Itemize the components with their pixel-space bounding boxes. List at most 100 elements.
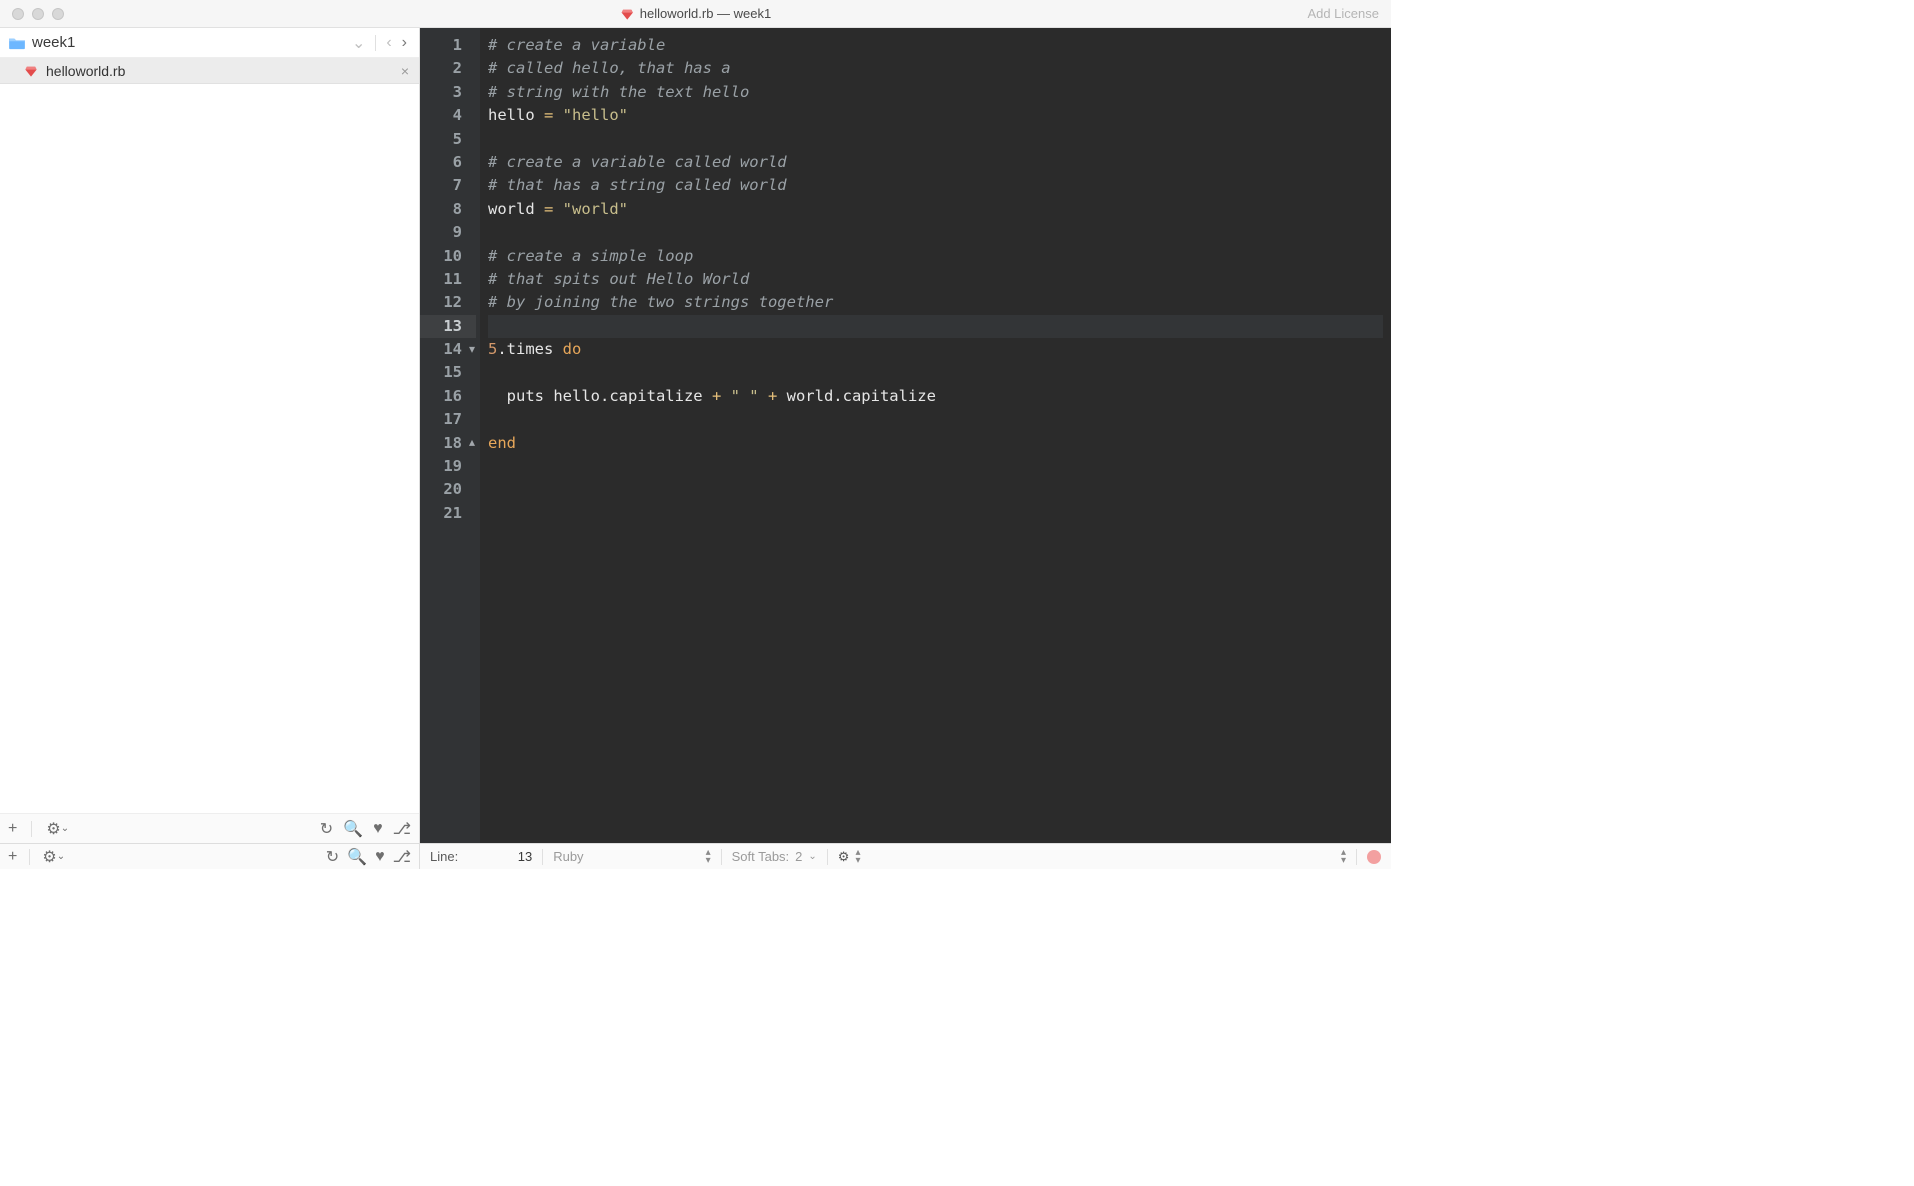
ruby-file-icon — [620, 7, 634, 21]
refresh-button[interactable]: ↻ — [320, 819, 333, 839]
gutter-line-number[interactable]: 6 — [420, 151, 476, 174]
gutter-line-number[interactable]: 15 — [420, 361, 476, 384]
new-file-button[interactable]: + — [8, 820, 17, 838]
code-line[interactable] — [488, 361, 1383, 384]
code-line[interactable]: # by joining the two strings together — [488, 291, 1383, 314]
gutter-line-number[interactable]: 5 — [420, 128, 476, 151]
project-name: week1 — [32, 34, 342, 51]
gutter-line-number[interactable]: 14▼ — [420, 338, 476, 361]
favorites-button[interactable]: ♥ — [373, 820, 383, 838]
fold-open-icon[interactable]: ▼ — [469, 338, 475, 361]
divider — [827, 849, 828, 865]
gutter-line-number[interactable]: 7 — [420, 174, 476, 197]
open-file-tab[interactable]: helloworld.rb × — [0, 58, 419, 84]
code-line[interactable]: world = "world" — [488, 198, 1383, 221]
code-line[interactable] — [488, 408, 1383, 431]
bundle-settings-button[interactable]: ⚙ ▴▾ — [838, 849, 861, 865]
gutter-line-number[interactable]: 2 — [420, 57, 476, 80]
project-dropdown-button[interactable]: ⌄ — [348, 33, 369, 53]
divider — [542, 849, 543, 865]
divider — [721, 849, 722, 865]
gutter-line-number[interactable]: 8 — [420, 198, 476, 221]
code-line[interactable]: hello = "hello" — [488, 104, 1383, 127]
code-line[interactable] — [488, 502, 1383, 525]
line-label: Line: — [430, 849, 458, 864]
scm-button[interactable]: ⎇ — [393, 847, 411, 867]
code-line[interactable]: # create a simple loop — [488, 245, 1383, 268]
line-value: 13 — [504, 849, 532, 864]
code-line[interactable]: # create a variable called world — [488, 151, 1383, 174]
gutter-line-number[interactable]: 17 — [420, 408, 476, 431]
close-tab-button[interactable]: × — [401, 63, 409, 79]
folder-icon — [8, 36, 26, 50]
open-file-name: helloworld.rb — [46, 63, 393, 79]
settings-button[interactable]: ⚙ ⌄ — [46, 819, 69, 839]
gutter-line-number[interactable]: 3 — [420, 81, 476, 104]
divider — [1356, 849, 1357, 865]
gutter-line-number[interactable]: 11 — [420, 268, 476, 291]
status-bar-right: Line: 13 Ruby ▴▾ Soft Tabs: 2 ⌄ ⚙ ▴▾ ▴▾ — [420, 844, 1391, 869]
sidebar-toolbar: + ⚙ ⌄ ↻ 🔍 ♥ ⎇ — [0, 813, 419, 843]
gear-icon: ⚙ — [838, 849, 850, 865]
refresh-button[interactable]: ↻ — [326, 847, 339, 867]
gutter-line-number[interactable]: 10 — [420, 245, 476, 268]
gutter-line-number[interactable]: 21 — [420, 502, 476, 525]
symbol-stepper[interactable]: ▴▾ — [1341, 849, 1346, 865]
code-line[interactable]: puts hello.capitalize + " " + world.capi… — [488, 385, 1383, 408]
code-line[interactable] — [488, 128, 1383, 151]
code-line[interactable] — [488, 478, 1383, 501]
language-selector[interactable]: Ruby ▴▾ — [553, 849, 710, 865]
code-line[interactable]: # string with the text hello — [488, 81, 1383, 104]
new-file-button[interactable]: + — [8, 848, 17, 866]
title-bar: helloworld.rb — week1 Add License — [0, 0, 1391, 28]
gutter-line-number[interactable]: 1 — [420, 34, 476, 57]
favorites-button[interactable]: ♥ — [375, 848, 385, 866]
code-line[interactable]: 5.times do — [488, 338, 1383, 361]
search-button[interactable]: 🔍 — [347, 847, 367, 867]
gutter-line-number[interactable]: 16 — [420, 385, 476, 408]
language-name: Ruby — [553, 849, 583, 864]
code-line[interactable]: # called hello, that has a — [488, 57, 1383, 80]
window-title-text: helloworld.rb — week1 — [640, 6, 772, 21]
editor-code[interactable]: # create a variable# called hello, that … — [480, 28, 1391, 843]
code-line[interactable]: # create a variable — [488, 34, 1383, 57]
divider — [375, 35, 376, 51]
fold-close-icon[interactable]: ▲ — [469, 432, 475, 455]
code-line[interactable] — [488, 221, 1383, 244]
close-window-button[interactable] — [12, 8, 24, 20]
code-line[interactable]: end — [488, 432, 1383, 455]
workspace: week1 ⌄ ‹ › helloworld.rb × + ⚙ ⌄ ↻ 🔍 ♥ … — [0, 28, 1391, 843]
divider — [29, 849, 30, 865]
stepper-icon: ▴▾ — [706, 849, 711, 865]
gutter-line-number[interactable]: 4 — [420, 104, 476, 127]
gutter-line-number[interactable]: 18▲ — [420, 432, 476, 455]
line-indicator[interactable]: Line: 13 — [430, 849, 532, 864]
status-bar: + ⚙ ⌄ ↻ 🔍 ♥ ⎇ Line: 13 Ruby ▴▾ Soft Tabs… — [0, 843, 1391, 869]
gutter-line-number[interactable]: 13 — [420, 315, 476, 338]
code-line[interactable] — [488, 315, 1383, 338]
settings-button[interactable]: ⚙ ⌄ — [42, 847, 65, 867]
zoom-window-button[interactable] — [52, 8, 64, 20]
search-button[interactable]: 🔍 — [343, 819, 363, 839]
editor[interactable]: 1234567891011121314▼15161718▲192021 # cr… — [420, 28, 1391, 843]
stepper-icon: ▴▾ — [855, 849, 860, 865]
project-header[interactable]: week1 ⌄ ‹ › — [0, 28, 419, 58]
code-line[interactable] — [488, 455, 1383, 478]
gutter-line-number[interactable]: 19 — [420, 455, 476, 478]
chevron-down-icon: ⌄ — [808, 851, 816, 862]
editor-gutter[interactable]: 1234567891011121314▼15161718▲192021 — [420, 28, 480, 843]
add-license-button[interactable]: Add License — [1307, 6, 1379, 21]
recording-indicator[interactable] — [1367, 850, 1381, 864]
gutter-line-number[interactable]: 20 — [420, 478, 476, 501]
scm-button[interactable]: ⎇ — [393, 819, 411, 839]
gutter-line-number[interactable]: 9 — [420, 221, 476, 244]
indent-selector[interactable]: Soft Tabs: 2 ⌄ — [732, 849, 817, 864]
minimize-window-button[interactable] — [32, 8, 44, 20]
gutter-line-number[interactable]: 12 — [420, 291, 476, 314]
history-back-button[interactable]: ‹ — [382, 34, 395, 52]
window-title: helloworld.rb — week1 — [620, 6, 772, 21]
code-line[interactable]: # that has a string called world — [488, 174, 1383, 197]
code-line[interactable]: # that spits out Hello World — [488, 268, 1383, 291]
history-forward-button[interactable]: › — [398, 34, 411, 52]
chevron-down-icon: ⌄ — [61, 823, 69, 834]
